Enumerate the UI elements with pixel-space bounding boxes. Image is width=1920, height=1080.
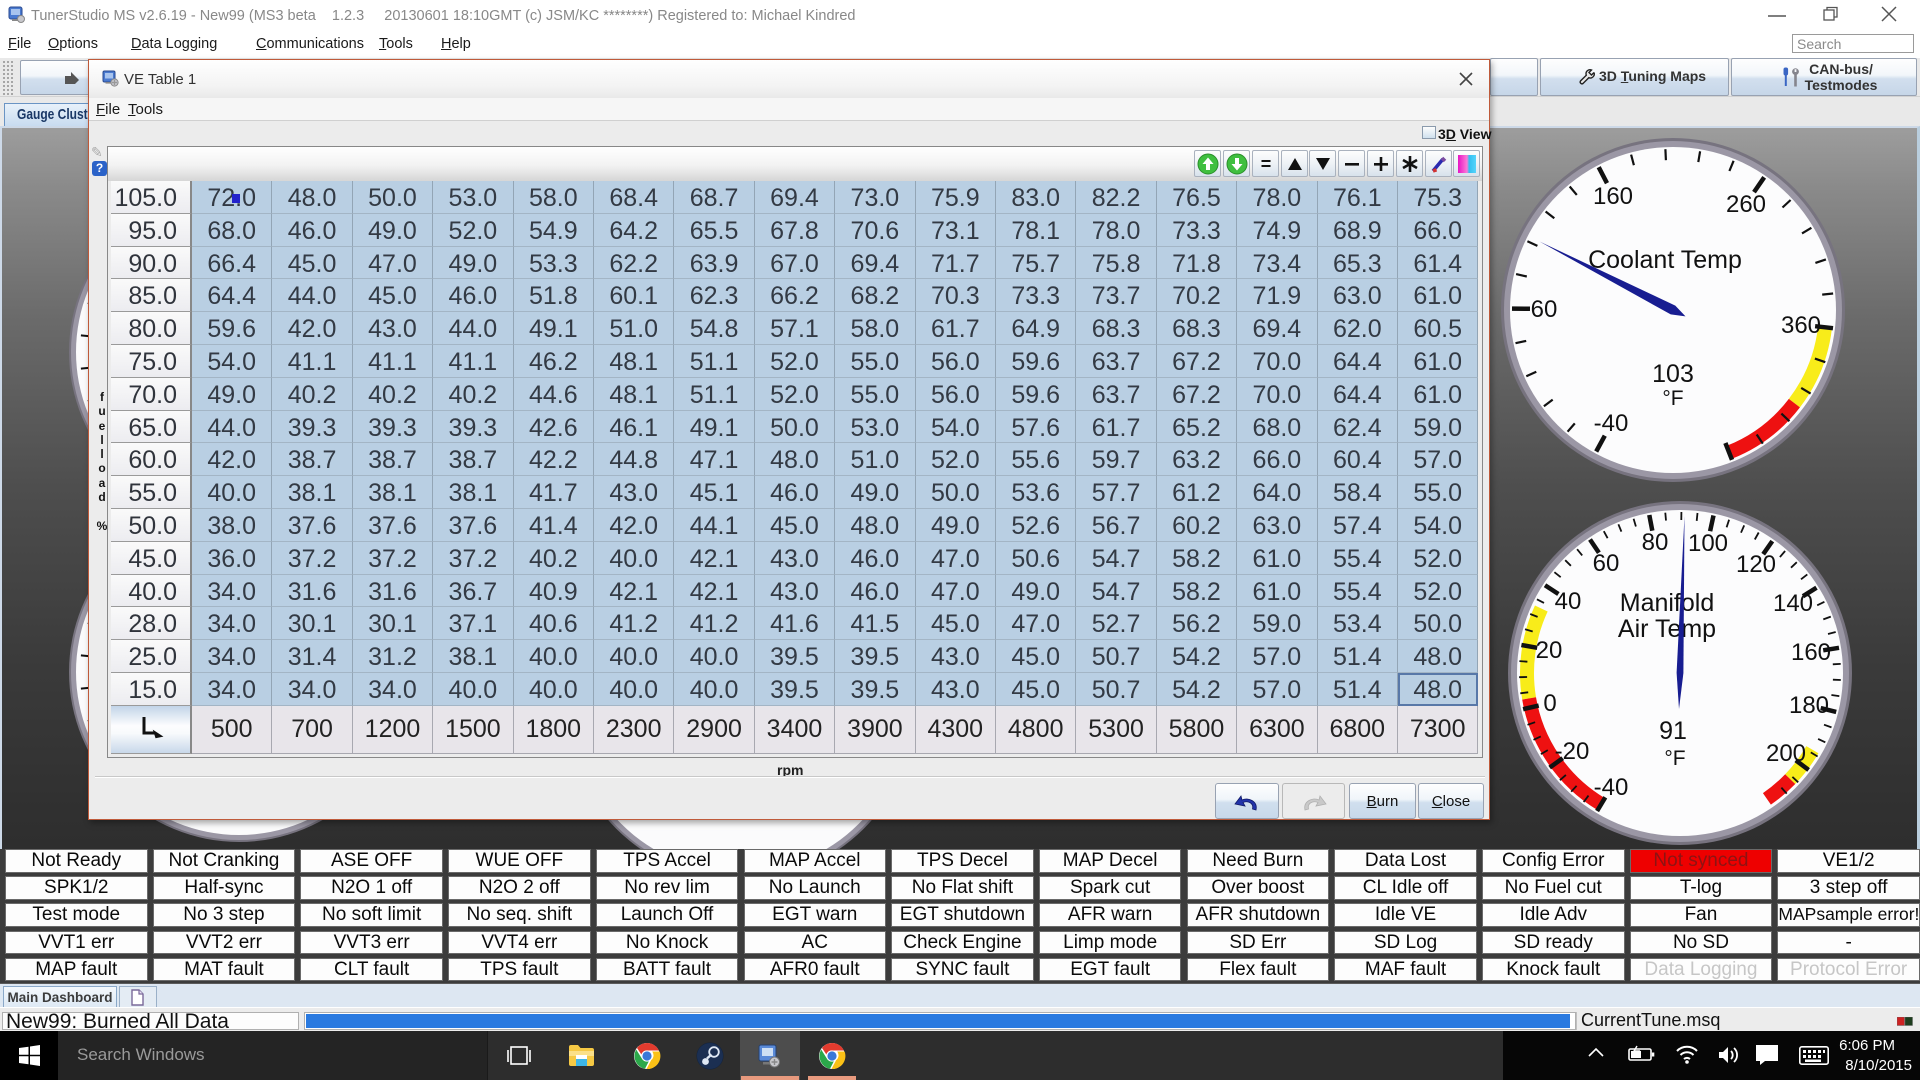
svg-text:-40: -40 — [1594, 410, 1629, 437]
svg-text:°F: °F — [1662, 387, 1683, 410]
svg-text:0: 0 — [1543, 690, 1556, 717]
svg-text:103: 103 — [1652, 360, 1694, 388]
svg-text:180: 180 — [1789, 692, 1829, 719]
svg-text:-40: -40 — [1594, 774, 1629, 801]
svg-text:60: 60 — [1593, 550, 1620, 577]
svg-text:°F: °F — [1664, 747, 1685, 770]
svg-text:200: 200 — [1766, 740, 1806, 767]
svg-text:140: 140 — [1773, 590, 1813, 617]
svg-text:60: 60 — [1531, 296, 1558, 323]
svg-text:80: 80 — [1642, 529, 1669, 556]
svg-text:Coolant Temp: Coolant Temp — [1588, 246, 1742, 274]
svg-text:91: 91 — [1659, 717, 1687, 745]
svg-text:20: 20 — [1536, 637, 1563, 664]
svg-text:260: 260 — [1726, 191, 1766, 218]
svg-text:40: 40 — [1555, 588, 1582, 615]
svg-text:160: 160 — [1593, 183, 1633, 210]
svg-text:120: 120 — [1736, 551, 1776, 578]
svg-text:=: = — [1261, 154, 1272, 174]
svg-text:100: 100 — [1688, 530, 1728, 557]
svg-text:Air Temp: Air Temp — [1618, 615, 1716, 643]
svg-text:Manifold: Manifold — [1620, 589, 1715, 617]
svg-text:160: 160 — [1791, 639, 1831, 666]
svg-text:360: 360 — [1781, 312, 1821, 339]
svg-text:-20: -20 — [1555, 738, 1590, 765]
